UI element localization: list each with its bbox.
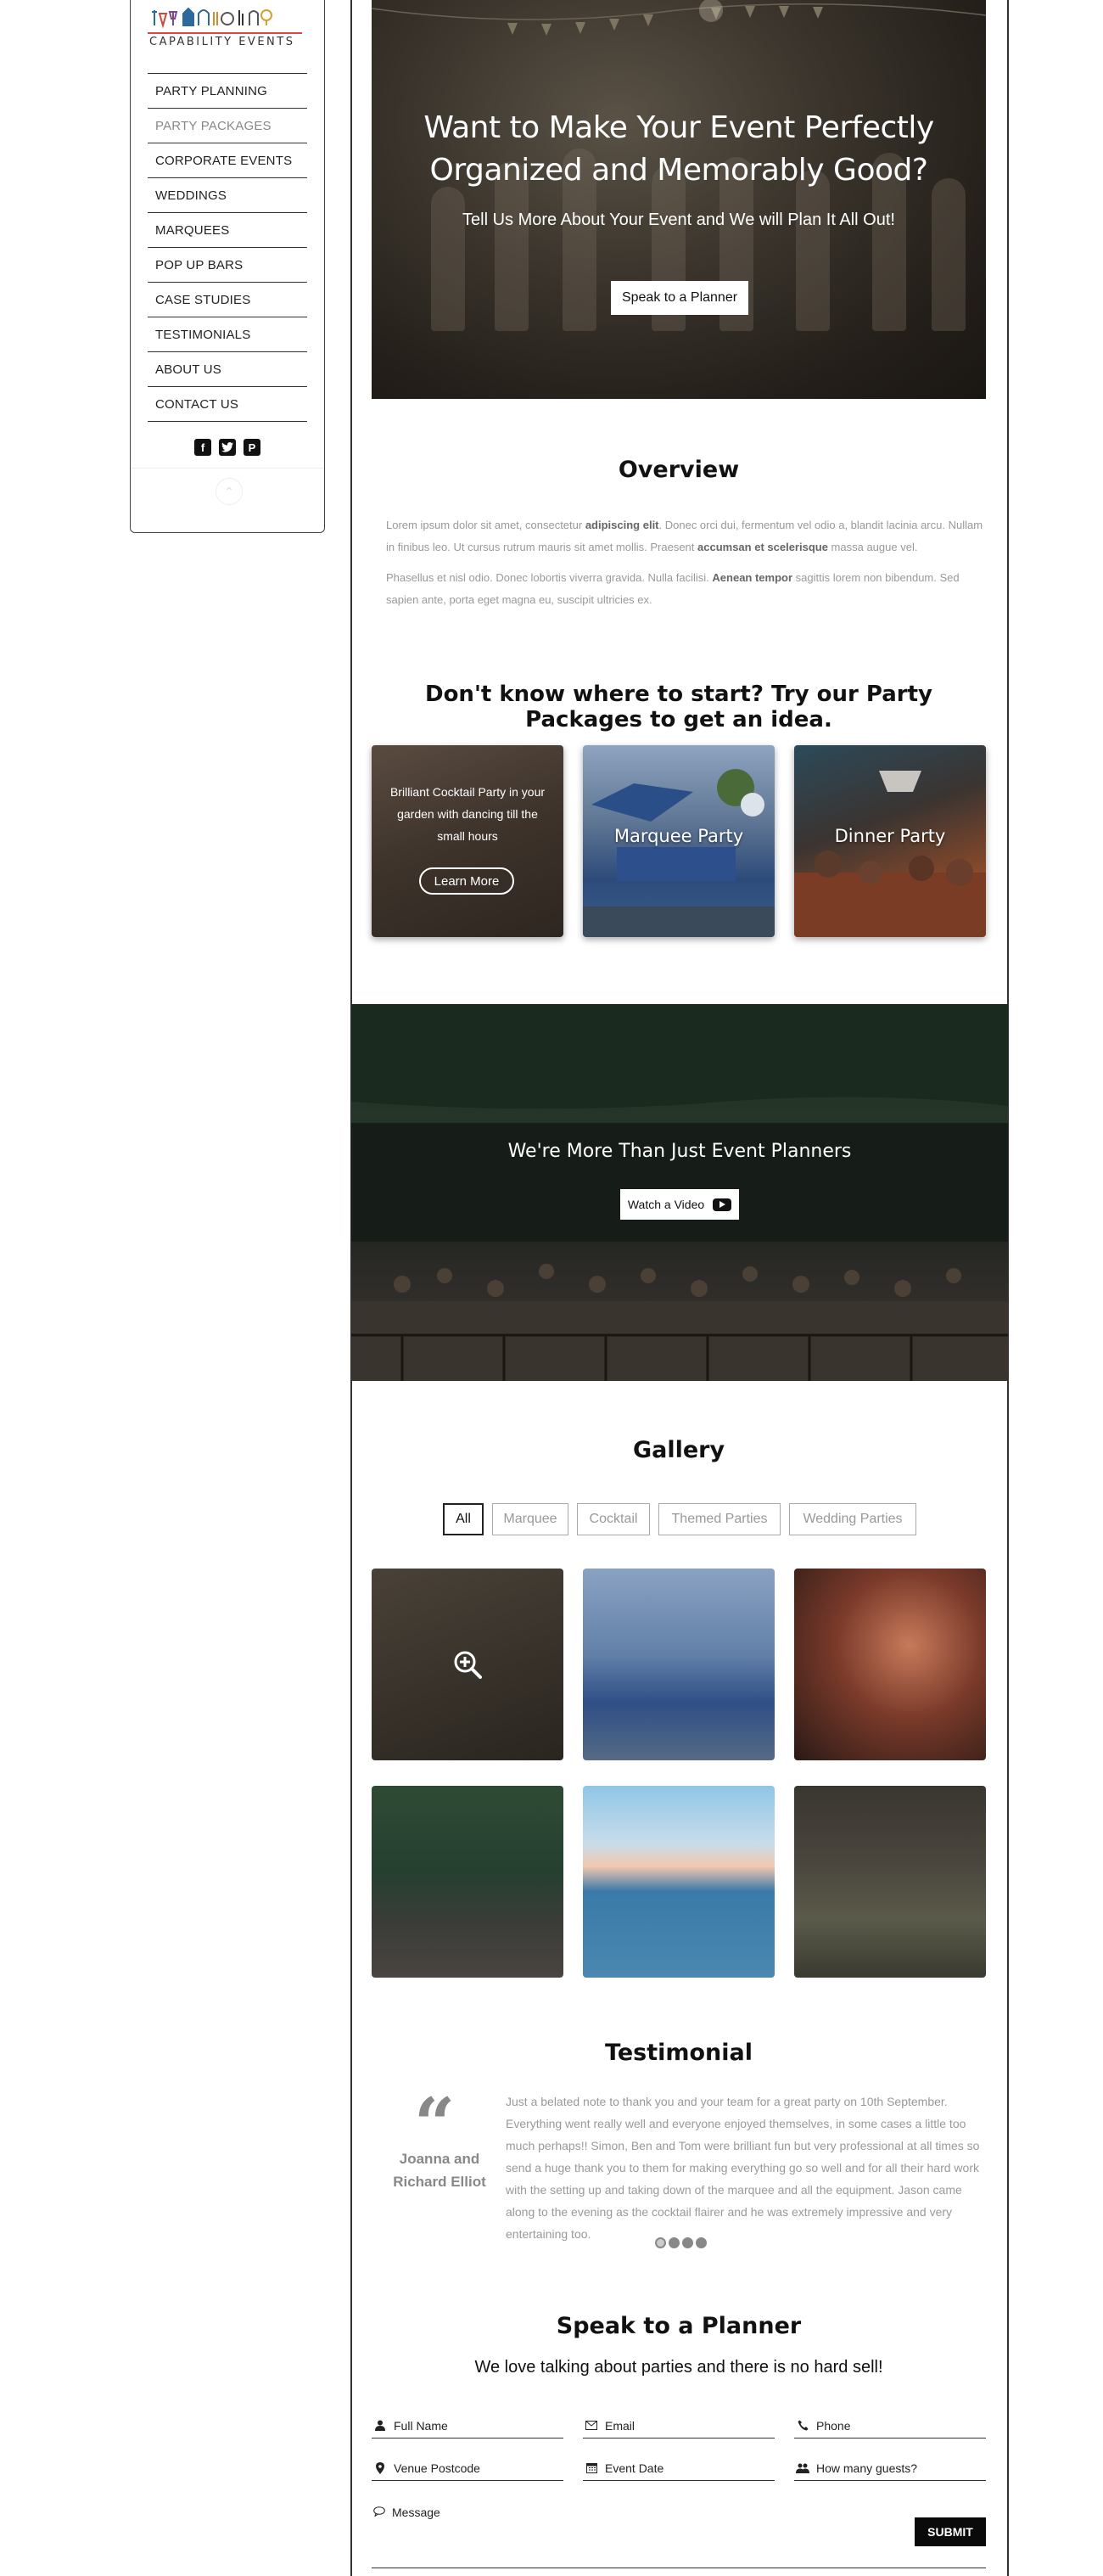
package-card-label: Dinner Party [834, 826, 946, 846]
quote-icon: “ [414, 2082, 456, 2166]
logo[interactable]: CAPABILITY EVENTS [148, 0, 309, 51]
sidebar-item-about-us[interactable]: ABOUT US [148, 352, 307, 387]
facebook-icon[interactable]: f [194, 439, 211, 456]
gallery-item[interactable] [583, 1569, 775, 1760]
full-name-field[interactable]: Full Name [372, 2413, 563, 2439]
gallery-item[interactable] [372, 1569, 563, 1760]
users-icon [796, 2462, 809, 2474]
comment-icon [373, 2506, 385, 2519]
sidebar-item-case-studies[interactable]: CASE STUDIES [148, 283, 307, 317]
overview-paragraph-1: Lorem ipsum dolor sit amet, consectetur … [386, 519, 983, 553]
contact-subtitle: We love talking about parties and there … [474, 2358, 883, 2377]
slide-dot[interactable] [696, 2237, 707, 2248]
sidebar-item-pop-up-bars[interactable]: POP UP BARS [148, 248, 307, 283]
filter-cocktail[interactable]: Cocktail [577, 1503, 650, 1535]
pinterest-icon[interactable]: P [244, 439, 260, 456]
testimonial-text: Just a belated note to thank you and you… [506, 2095, 980, 2241]
watch-video-label: Watch a Video [627, 1198, 705, 1211]
filter-marquee[interactable]: Marquee [492, 1503, 568, 1535]
twitter-icon[interactable] [219, 439, 236, 456]
package-card-text: Brilliant Cocktail Party in your garden … [389, 785, 546, 843]
testimonial-pagination [655, 2237, 707, 2248]
speak-to-planner-button[interactable]: Speak to a Planner [611, 281, 748, 315]
gallery-title: Gallery [632, 1437, 725, 1463]
hero-subtitle: Tell Us More About Your Event and We wil… [462, 210, 895, 229]
contact-title: Speak to a Planner [556, 2313, 802, 2339]
hero-title-line1: Want to Make Your Event Perfectly [423, 110, 934, 145]
phone-icon [796, 2420, 809, 2432]
youtube-icon [713, 1198, 732, 1211]
logo-rule [148, 32, 302, 34]
package-card-cocktail[interactable]: Brilliant Cocktail Party in your garden … [372, 745, 563, 937]
email-field[interactable]: Email [583, 2413, 775, 2439]
filter-all[interactable]: All [443, 1503, 484, 1535]
sidebar-nav: PARTY PLANNING PARTY PACKAGES CORPORATE … [148, 73, 307, 422]
venue-postcode-field[interactable]: Venue Postcode [372, 2455, 563, 2481]
gallery-item[interactable] [372, 1786, 563, 1978]
package-card-marquee[interactable]: Marquee Party [583, 745, 775, 937]
map-marker-icon [373, 2461, 387, 2474]
testimonial-title: Testimonial [604, 2040, 753, 2066]
watch-video-button[interactable]: Watch a Video [620, 1189, 739, 1220]
sidebar-item-party-planning[interactable]: PARTY PLANNING [148, 74, 307, 109]
logo-icon [148, 0, 309, 31]
video-title: We're More Than Just Event Planners [507, 1141, 852, 1162]
phone-field[interactable]: Phone [794, 2413, 986, 2439]
envelope-icon [585, 2420, 598, 2432]
social-links: f P [131, 439, 324, 456]
package-card-label: Marquee Party [613, 826, 744, 846]
sidebar-item-marquees[interactable]: MARQUEES [148, 213, 307, 248]
event-date-field[interactable]: Event Date [583, 2455, 775, 2481]
hero-title: Want to Make Your Event Perfectly Organi… [372, 107, 986, 192]
sidebar-item-party-packages[interactable]: PARTY PACKAGES [148, 109, 307, 143]
sidebar-item-testimonials[interactable]: TESTIMONIALS [148, 317, 307, 352]
hero-title-line2: Organized and Memorably Good? [429, 153, 928, 188]
logo-text: CAPABILITY EVENTS [149, 36, 295, 48]
gallery-item[interactable] [583, 1786, 775, 1978]
slide-dot[interactable] [655, 2237, 666, 2248]
overview-title: Overview [618, 457, 740, 483]
sidebar: CAPABILITY EVENTS PARTY PLANNING PARTY P… [130, 0, 325, 533]
testimonial-author: Joanna and Richard Elliot [393, 2151, 486, 2190]
filter-wedding-parties[interactable]: Wedding Parties [789, 1503, 916, 1535]
message-field[interactable]: Message [372, 2502, 986, 2568]
bunting-decoration [372, 0, 986, 36]
learn-more-button[interactable]: Learn More [419, 867, 514, 895]
guests-field[interactable]: How many guests? [794, 2455, 986, 2481]
gallery-filters: All Marquee Cocktail Themed Parties Wedd… [443, 1503, 916, 1535]
user-icon [373, 2420, 387, 2432]
calendar-icon [585, 2462, 598, 2474]
zoom-icon [454, 1651, 482, 1679]
sidebar-item-contact-us[interactable]: CONTACT US [148, 387, 307, 422]
filter-themed-parties[interactable]: Themed Parties [658, 1503, 781, 1535]
gallery-item[interactable] [794, 1569, 986, 1760]
gallery-item[interactable] [794, 1786, 986, 1978]
submit-button[interactable]: SUBMIT [915, 2517, 986, 2546]
sidebar-divider [131, 468, 324, 469]
video-banner: We're More Than Just Event Planners Watc… [351, 1004, 1008, 1381]
sidebar-item-weddings[interactable]: WEDDINGS [148, 178, 307, 213]
hero-banner: Want to Make Your Event Perfectly Organi… [372, 0, 986, 399]
slide-dot[interactable] [682, 2237, 693, 2248]
overview-paragraph-2: Phasellus et nisl odio. Donec lobortis v… [386, 571, 960, 606]
package-card-dinner[interactable]: Dinner Party [794, 745, 986, 937]
slide-dot[interactable] [669, 2237, 680, 2248]
sidebar-item-corporate-events[interactable]: CORPORATE EVENTS [148, 143, 307, 178]
scroll-top-icon[interactable]: ⌃ [216, 478, 243, 505]
packages-title: Don't know where to start? Try our Party… [424, 682, 933, 732]
